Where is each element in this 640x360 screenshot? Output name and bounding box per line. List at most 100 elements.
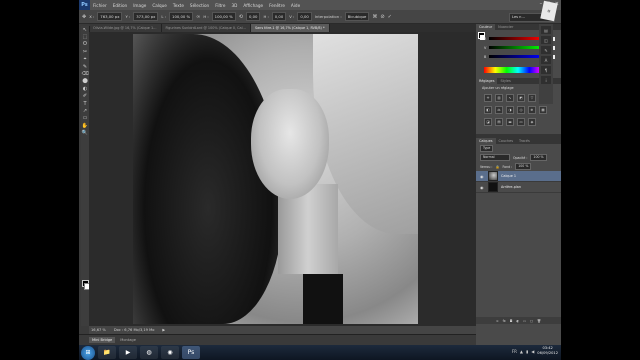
- menu-3d[interactable]: 3D: [229, 3, 241, 8]
- path-select-tool-icon[interactable]: ↗: [81, 107, 89, 114]
- move-tool-icon[interactable]: ↖: [81, 26, 89, 33]
- x-field[interactable]: 763,00 px: [97, 12, 123, 21]
- menu-filtre[interactable]: Filtre: [212, 3, 228, 8]
- layer-kind-filter[interactable]: Type: [480, 145, 494, 152]
- y-field[interactable]: 373,00 px: [133, 12, 159, 21]
- fx-icon[interactable]: fx: [503, 319, 506, 323]
- eye-icon[interactable]: ◉: [480, 185, 485, 190]
- media-player-taskbar-icon[interactable]: ▶: [119, 346, 137, 359]
- folder-icon[interactable]: ▭: [523, 319, 526, 323]
- eraser-tool-icon[interactable]: ⌫: [81, 70, 89, 77]
- menu-texte[interactable]: Texte: [170, 3, 187, 8]
- link-icon[interactable]: ∞: [196, 14, 200, 20]
- paragraph-icon[interactable]: ¶: [541, 66, 551, 74]
- brush-preset-icon[interactable]: ✎: [541, 46, 551, 54]
- width-field[interactable]: 100,00 %: [169, 12, 194, 21]
- marquee-tool-icon[interactable]: ⬚: [81, 33, 89, 40]
- tab-montage[interactable]: Montage: [117, 337, 139, 343]
- curves-icon[interactable]: ∿: [506, 94, 514, 102]
- layer-row[interactable]: ◉ Arrière-plan: [476, 182, 561, 193]
- menu-edition[interactable]: Edition: [110, 3, 131, 8]
- doc-tab[interactable]: Olivia-Wilde.jpg @ 16,7% (Calque 1…: [89, 24, 162, 32]
- doc-tab-active[interactable]: Sans titre-1 @ 16,7% (Calque 1, RVB/8) *: [250, 24, 330, 32]
- posterize-icon[interactable]: ▤: [495, 118, 503, 126]
- pen-tool-icon[interactable]: ✐: [81, 93, 89, 100]
- trash-icon[interactable]: 🗑: [537, 319, 541, 323]
- mask-icon[interactable]: ◘: [510, 319, 513, 323]
- clock[interactable]: 03:42 06/09/2012: [537, 346, 558, 356]
- lookup-icon[interactable]: ▦: [539, 106, 547, 114]
- levels-icon[interactable]: ▥: [495, 94, 503, 102]
- green-slider[interactable]: [489, 46, 543, 49]
- explorer-taskbar-icon[interactable]: 📁: [98, 346, 116, 359]
- lock-icon[interactable]: 🔒: [495, 165, 499, 169]
- skew-h-field[interactable]: 0,00: [271, 12, 287, 21]
- volume-icon[interactable]: ◀: [531, 349, 534, 354]
- menu-affichage[interactable]: Affichage: [240, 3, 266, 8]
- commit-icon[interactable]: ✓: [388, 14, 392, 20]
- adjustment-layer-icon[interactable]: ◐: [516, 319, 519, 323]
- character-icon[interactable]: A: [541, 56, 551, 64]
- menu-fenetre[interactable]: Fenêtre: [266, 3, 288, 8]
- crop-tool-icon[interactable]: ✂: [81, 48, 89, 55]
- tray-arrow-icon[interactable]: ▲: [520, 349, 523, 354]
- canvas-area[interactable]: [89, 32, 539, 326]
- new-layer-icon[interactable]: ▢: [530, 319, 533, 323]
- vibrance-icon[interactable]: ▽: [528, 94, 536, 102]
- interpolation-select[interactable]: Bicubique: [344, 12, 370, 21]
- menu-aide[interactable]: Aide: [288, 3, 303, 8]
- menu-image[interactable]: Image: [130, 3, 149, 8]
- layer-row[interactable]: ◉ Calque 1: [476, 171, 561, 182]
- height-field[interactable]: 100,00 %: [211, 12, 236, 21]
- menu-calque[interactable]: Calque: [149, 3, 170, 8]
- balance-icon[interactable]: ⚖: [495, 106, 503, 114]
- fill-field[interactable]: 100 %: [515, 163, 532, 170]
- zoom-level[interactable]: 16,67 %: [91, 328, 106, 332]
- menu-fichier[interactable]: Fichier: [90, 3, 110, 8]
- move-tool-icon[interactable]: ✥: [82, 14, 86, 20]
- shape-tool-icon[interactable]: ▭: [81, 115, 89, 122]
- dodge-tool-icon[interactable]: ◐: [81, 85, 89, 92]
- bucket-tool-icon[interactable]: ⬤: [81, 78, 89, 85]
- firefox-taskbar-icon[interactable]: ◍: [140, 346, 158, 359]
- mixer-icon[interactable]: ⊕: [528, 106, 536, 114]
- selective-color-icon[interactable]: ◈: [528, 118, 536, 126]
- warp-icon[interactable]: ⌘: [372, 14, 377, 20]
- status-arrow-icon[interactable]: ▶: [162, 328, 165, 332]
- eye-icon[interactable]: ◉: [480, 174, 485, 179]
- link-layers-icon[interactable]: ∞: [496, 319, 499, 323]
- red-slider[interactable]: [489, 37, 543, 40]
- cancel-icon[interactable]: ⊘: [380, 14, 384, 20]
- doc-tab[interactable]: Figurines SunbirdLard @ 100% (Calque 0, …: [161, 24, 251, 32]
- blue-slider[interactable]: [489, 55, 543, 58]
- menu-selection[interactable]: Sélection: [187, 3, 212, 8]
- hand-tool-icon[interactable]: ✋: [81, 122, 89, 129]
- tab-mini-bridge[interactable]: Mini Bridge: [89, 337, 116, 343]
- history-icon[interactable]: ▤: [541, 26, 551, 34]
- type-tool-icon[interactable]: T: [81, 100, 89, 107]
- threshold-icon[interactable]: ▬: [506, 118, 514, 126]
- gradient-map-icon[interactable]: ▭: [517, 118, 525, 126]
- invert-icon[interactable]: ◪: [484, 118, 492, 126]
- hue-icon[interactable]: ◧: [484, 106, 492, 114]
- lasso-tool-icon[interactable]: ʘ: [81, 41, 89, 48]
- eyedropper-tool-icon[interactable]: ⌖: [81, 56, 89, 63]
- bw-icon[interactable]: ◑: [506, 106, 514, 114]
- properties-icon[interactable]: ◫: [541, 36, 551, 44]
- portrait-photo[interactable]: [133, 34, 418, 324]
- opacity-field[interactable]: 100 %: [530, 154, 547, 161]
- start-button-icon[interactable]: ⊞: [81, 345, 95, 360]
- zoom-tool-icon[interactable]: 🔍: [81, 129, 89, 136]
- brightness-icon[interactable]: ☀: [484, 94, 492, 102]
- angle-field[interactable]: 0,00: [245, 12, 261, 21]
- photoshop-taskbar-icon[interactable]: Ps: [182, 346, 200, 359]
- photo-filter-icon[interactable]: ◎: [517, 106, 525, 114]
- exposure-icon[interactable]: ◩: [517, 94, 525, 102]
- language-indicator[interactable]: FR: [512, 349, 517, 354]
- blend-mode-select[interactable]: Normal: [480, 154, 510, 161]
- brush-tool-icon[interactable]: ✎: [81, 63, 89, 70]
- network-icon[interactable]: ▮: [526, 349, 528, 354]
- camtasia-taskbar-icon[interactable]: ◉: [161, 346, 179, 359]
- info-icon[interactable]: i: [541, 76, 551, 84]
- skew-v-field[interactable]: 0,00: [297, 12, 312, 21]
